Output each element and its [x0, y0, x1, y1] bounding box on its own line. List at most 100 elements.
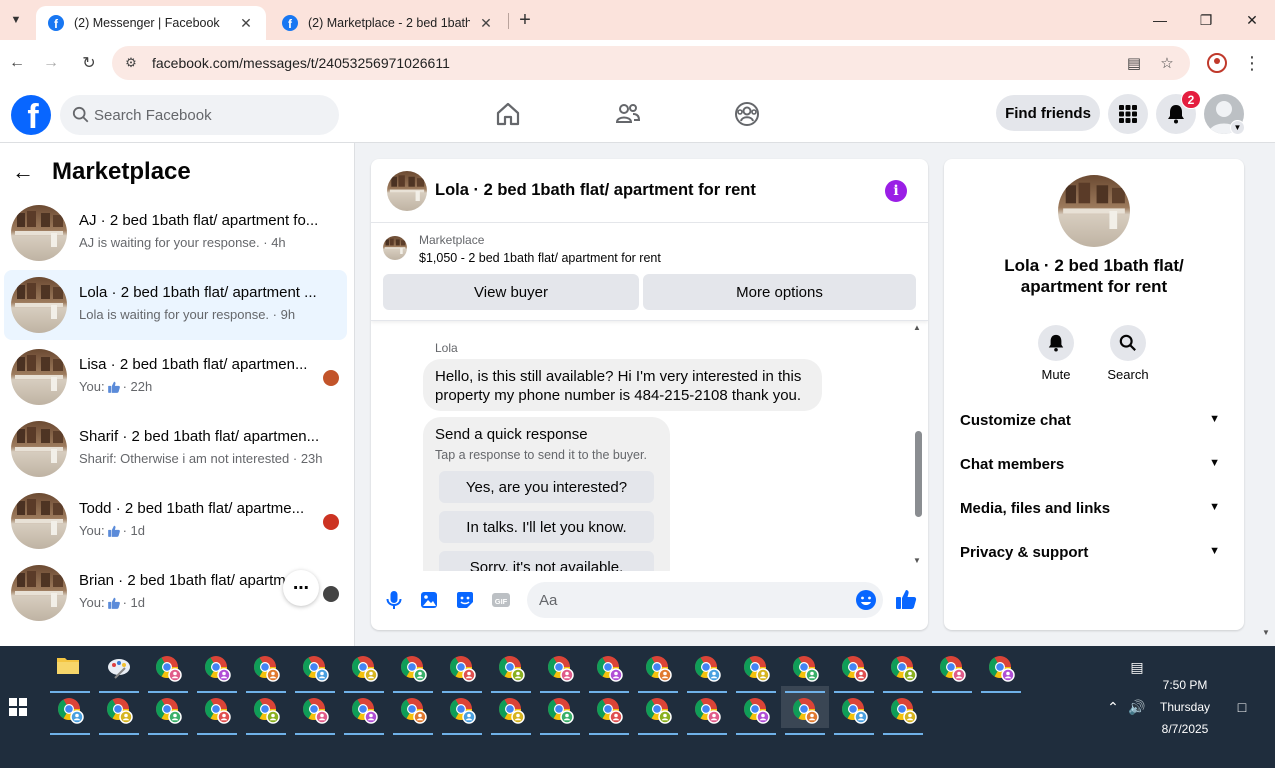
message-input-box[interactable]: [527, 582, 883, 618]
chrome-profile-icon[interactable]: [154, 654, 182, 682]
chrome-profile-icon[interactable]: [742, 696, 770, 724]
install-app-icon[interactable]: ▤: [1124, 54, 1144, 72]
url-text[interactable]: facebook.com/messages/t/2405325697102661…: [152, 55, 450, 71]
site-settings-icon[interactable]: ⚙: [122, 54, 140, 72]
tab-messenger[interactable]: f (2) Messenger | Facebook ✕: [36, 6, 266, 40]
message-input[interactable]: [539, 582, 839, 618]
clock-day[interactable]: Thursday: [1150, 700, 1220, 714]
search-in-chat-button[interactable]: Search: [1098, 325, 1158, 382]
photo-icon[interactable]: [418, 589, 440, 611]
chrome-profile-icon[interactable]: [252, 696, 280, 724]
chrome-profile-icon[interactable]: [595, 696, 623, 724]
windows-start-icon[interactable]: [9, 698, 27, 716]
media-files-links-row[interactable]: Media, files and links ▼: [952, 488, 1236, 528]
restore-icon[interactable]: ❐: [1183, 0, 1229, 40]
minimize-icon[interactable]: —: [1137, 0, 1183, 40]
view-buyer-button[interactable]: View buyer: [383, 274, 639, 310]
thread-more-options-button[interactable]: ⋯: [283, 570, 319, 606]
chrome-profile-icon[interactable]: [546, 654, 574, 682]
mute-button[interactable]: Mute: [1026, 325, 1086, 382]
chrome-profile-icon[interactable]: [399, 654, 427, 682]
chrome-profile-icon[interactable]: [105, 696, 133, 724]
chrome-profile-icon[interactable]: [791, 654, 819, 682]
new-tab-icon[interactable]: +: [514, 8, 536, 32]
close-tab-icon[interactable]: ✕: [238, 15, 254, 32]
chrome-profile-icon[interactable]: [203, 654, 231, 682]
thread-row[interactable]: Lisa · 2 bed 1bath flat/ apartmen... You:…: [4, 342, 347, 412]
listing-large-thumbnail[interactable]: [1058, 175, 1130, 247]
back-arrow-icon[interactable]: ←: [12, 159, 40, 185]
gif-icon[interactable]: GIF: [490, 589, 512, 611]
chrome-profile-icon[interactable]: [938, 654, 966, 682]
chrome-profile-icon[interactable]: [889, 654, 917, 682]
chat-members-row[interactable]: Chat members ▼: [952, 444, 1236, 484]
quick-response-option[interactable]: In talks. I'll let you know.: [439, 511, 654, 543]
chat-title[interactable]: Lola · 2 bed 1bath flat/ apartment for r…: [435, 181, 756, 200]
chrome-profile-icon[interactable]: [791, 696, 819, 724]
tray-chevron-up-icon[interactable]: ⌃: [1104, 698, 1122, 716]
desktop-display-icon[interactable]: ▤: [1128, 658, 1146, 676]
listing-thumbnail[interactable]: [387, 171, 427, 211]
omnibox[interactable]: ⚙ facebook.com/messages/t/24053256971026…: [112, 46, 1190, 80]
clock-time[interactable]: 7:50 PM: [1150, 678, 1220, 692]
chrome-profile-icon[interactable]: [546, 696, 574, 724]
friends-icon[interactable]: [614, 100, 642, 128]
chrome-profile-icon[interactable]: [987, 654, 1015, 682]
menu-grid-button[interactable]: [1108, 94, 1148, 134]
clock-date[interactable]: 8/7/2025: [1150, 722, 1220, 736]
message-list[interactable]: Lola Hello, is this still available? Hi …: [371, 321, 928, 571]
chrome-profile-icon[interactable]: [252, 654, 280, 682]
quick-response-option[interactable]: Sorry, it's not available.: [439, 551, 654, 571]
home-icon[interactable]: [494, 100, 522, 128]
volume-icon[interactable]: 🔊: [1128, 698, 1146, 716]
reload-icon[interactable]: ↻: [77, 51, 101, 75]
thread-row[interactable]: AJ · 2 bed 1bath flat/ apartment fo... AJ…: [4, 198, 347, 268]
chrome-profile-icon[interactable]: [350, 654, 378, 682]
tab-marketplace[interactable]: f (2) Marketplace - 2 bed 1bath fl ✕: [270, 6, 506, 40]
chrome-profile-icon[interactable]: [301, 654, 329, 682]
notification-center-icon[interactable]: □: [1233, 698, 1251, 716]
forward-icon[interactable]: →: [39, 51, 63, 75]
search-input[interactable]: [94, 95, 324, 135]
scroll-down-arrow-icon[interactable]: ▼: [913, 556, 921, 565]
thread-row[interactable]: Todd · 2 bed 1bath flat/ apartme... You: ·…: [4, 486, 347, 556]
browser-menu-icon[interactable]: ⋮: [1243, 52, 1261, 74]
file-explorer-icon[interactable]: [56, 654, 84, 682]
thread-row[interactable]: Lola · 2 bed 1bath flat/ apartment ... Lo…: [4, 270, 347, 340]
quick-response-option[interactable]: Yes, are you interested?: [439, 471, 654, 503]
account-chevron-down-icon[interactable]: ▼: [1230, 120, 1245, 135]
microphone-icon[interactable]: [383, 589, 405, 611]
back-icon[interactable]: ←: [5, 51, 29, 75]
chrome-profile-icon[interactable]: [301, 696, 329, 724]
chrome-profile-icon[interactable]: [644, 696, 672, 724]
facebook-logo-icon[interactable]: f: [11, 95, 51, 135]
chrome-profile-icon[interactable]: [350, 696, 378, 724]
chrome-profile-icon[interactable]: [840, 696, 868, 724]
more-options-button[interactable]: More options: [643, 274, 916, 310]
bookmark-star-icon[interactable]: ☆: [1157, 54, 1177, 72]
chrome-profile-icon[interactable]: [399, 696, 427, 724]
thread-row[interactable]: Sharif · 2 bed 1bath flat/ apartmen... Sh…: [4, 414, 347, 484]
sticker-icon[interactable]: [454, 589, 476, 611]
customize-chat-row[interactable]: Customize chat ▼: [952, 400, 1236, 440]
privacy-support-row[interactable]: Privacy & support ▼: [952, 532, 1236, 572]
chrome-profile-icon[interactable]: [840, 654, 868, 682]
info-icon[interactable]: i: [885, 180, 907, 202]
chrome-profile-icon[interactable]: [497, 696, 525, 724]
chrome-profile-icon[interactable]: [693, 696, 721, 724]
scroll-up-arrow-icon[interactable]: ▲: [913, 323, 921, 332]
paint-app-icon[interactable]: [105, 654, 133, 682]
close-window-icon[interactable]: ✕: [1229, 0, 1275, 40]
chrome-profile-icon[interactable]: [448, 696, 476, 724]
tab-search-chevron-icon[interactable]: ▼: [4, 8, 28, 32]
chrome-profile-icon[interactable]: [693, 654, 721, 682]
chrome-profile-icon[interactable]: [56, 696, 84, 724]
chrome-profile-icon[interactable]: [448, 654, 476, 682]
message-scrollbar-thumb[interactable]: [915, 431, 922, 517]
chrome-profile-icon[interactable]: [742, 654, 770, 682]
chrome-profile-icon[interactable]: [595, 654, 623, 682]
chrome-profile-icon[interactable]: [889, 696, 917, 724]
browser-profile-icon[interactable]: [1207, 53, 1227, 73]
chrome-profile-icon[interactable]: [497, 654, 525, 682]
close-tab-icon[interactable]: ✕: [478, 15, 494, 32]
